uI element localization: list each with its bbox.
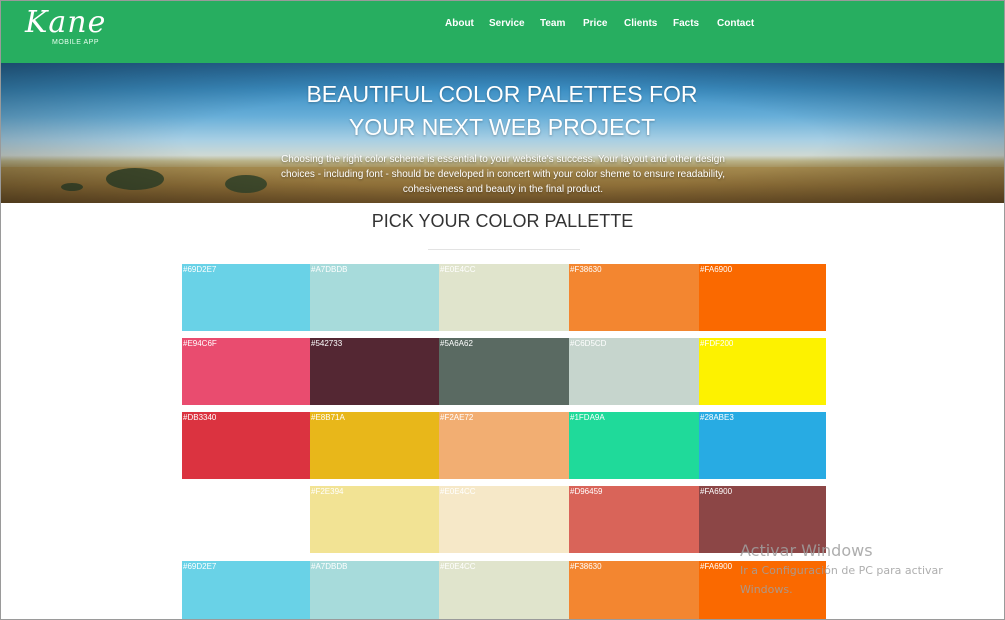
color-swatch[interactable]: #D96459 <box>569 486 699 553</box>
color-swatch[interactable]: #28ABE3 <box>699 412 826 479</box>
color-swatch[interactable]: #5A6A62 <box>439 338 569 405</box>
color-swatch-label: #FDF200 <box>700 339 734 348</box>
color-swatch[interactable]: #E0E4CC <box>439 264 569 331</box>
color-swatch-label: #A7DBDB <box>311 265 348 274</box>
color-swatch[interactable]: #FA6900 <box>699 264 826 331</box>
watermark-subtitle: Ir a Configuración de PC para activar Wi… <box>740 564 943 596</box>
color-swatch-label: #FA6900 <box>700 487 733 496</box>
color-swatch[interactable]: #A7DBDB <box>310 561 439 619</box>
color-swatch[interactable]: #C6D5CD <box>569 338 699 405</box>
color-swatch-label: #D96459 <box>570 487 603 496</box>
color-swatch-label: #1FDA9A <box>570 413 605 422</box>
palette-row: #F2E394 #E0E4CC #D96459 #FA6900 <box>182 486 826 553</box>
color-swatch[interactable] <box>182 486 310 553</box>
color-swatch[interactable]: #E94C6F <box>182 338 310 405</box>
color-swatch[interactable]: #F38630 <box>569 264 699 331</box>
color-swatch-label: #E0E4CC <box>440 487 476 496</box>
color-swatch-label: #E94C6F <box>183 339 217 348</box>
palette-row: #DB3340 #E8B71A #F2AE72 #1FDA9A #28ABE3 <box>182 412 826 479</box>
color-swatch[interactable]: #A7DBDB <box>310 264 439 331</box>
color-swatch[interactable]: #1FDA9A <box>569 412 699 479</box>
color-swatch[interactable]: #542733 <box>310 338 439 405</box>
color-swatch-label: #F2AE72 <box>440 413 474 422</box>
palette-row: #E94C6F #542733 #5A6A62 #C6D5CD #FDF200 <box>182 338 826 405</box>
palette-row: #69D2E7 #A7DBDB #E0E4CC #F38630 #FA6900 <box>182 264 826 331</box>
color-swatch-label: #F38630 <box>570 265 602 274</box>
windows-activation-watermark: Activar Windows Ir a Configuración de PC… <box>740 541 980 599</box>
color-swatch[interactable]: #FDF200 <box>699 338 826 405</box>
color-swatch-label: #5A6A62 <box>440 339 473 348</box>
color-swatch[interactable]: #E8B71A <box>310 412 439 479</box>
color-swatch-label: #E0E4CC <box>440 265 476 274</box>
color-swatch-label: #E8B71A <box>311 413 345 422</box>
browser-viewport: Kane MOBILE APP About Service Team Price… <box>0 0 1005 620</box>
color-swatch-label: #E0E4CC <box>440 562 476 571</box>
color-swatch-label: #F2E394 <box>311 487 344 496</box>
watermark-title: Activar Windows <box>740 541 873 560</box>
palette-row: #69D2E7 #A7DBDB #E0E4CC #F38630 #FA6900 <box>182 561 826 619</box>
color-swatch[interactable]: #F2E394 <box>310 486 439 553</box>
color-swatch-label: #28ABE3 <box>700 413 734 422</box>
color-swatch[interactable]: #E0E4CC <box>439 486 569 553</box>
color-swatch[interactable]: #F38630 <box>569 561 699 619</box>
color-swatch[interactable]: #69D2E7 <box>182 264 310 331</box>
color-swatch-label: #DB3340 <box>183 413 217 422</box>
color-swatch[interactable]: #69D2E7 <box>182 561 310 619</box>
color-swatch-label: #A7DBDB <box>311 562 348 571</box>
color-swatch[interactable]: #E0E4CC <box>439 561 569 619</box>
color-swatch-label: #542733 <box>311 339 343 348</box>
palette-grid: #69D2E7 #A7DBDB #E0E4CC #F38630 #FA6900 #E94C… <box>1 1 1004 619</box>
color-swatch-label: #69D2E7 <box>183 265 217 274</box>
color-swatch-label: #FA6900 <box>700 562 733 571</box>
color-swatch-label: #69D2E7 <box>183 562 217 571</box>
color-swatch[interactable]: #F2AE72 <box>439 412 569 479</box>
color-swatch-label: #FA6900 <box>700 265 733 274</box>
color-swatch-label: #C6D5CD <box>570 339 607 348</box>
color-swatch-label: #F38630 <box>570 562 602 571</box>
color-swatch[interactable]: #DB3340 <box>182 412 310 479</box>
